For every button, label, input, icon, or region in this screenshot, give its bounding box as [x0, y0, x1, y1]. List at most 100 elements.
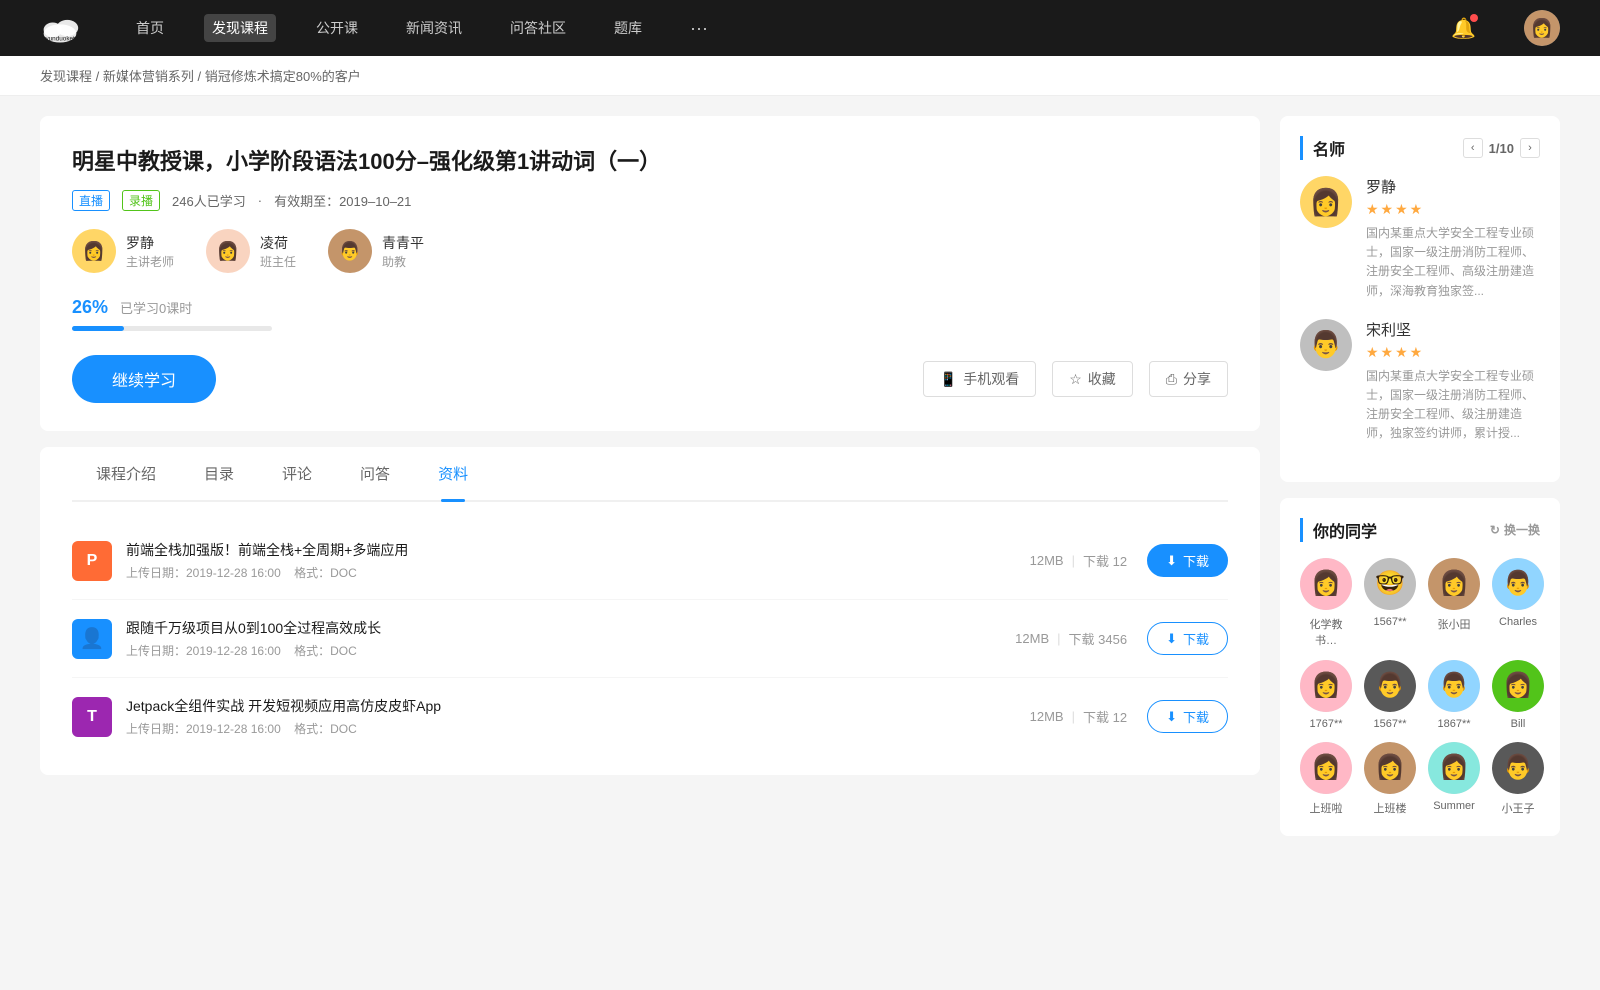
classmate-5[interactable]: 👩 1767**: [1300, 660, 1352, 730]
nav-open[interactable]: 公开课: [308, 14, 366, 42]
classmate-1[interactable]: 👩 化学教书…: [1300, 558, 1352, 648]
classmate-11-name: Summer: [1433, 800, 1475, 812]
breadcrumb-discover[interactable]: 发现课程: [40, 69, 92, 84]
resource-meta-1: 上传日期：2019-12-28 16:00 格式：DOC: [126, 564, 1030, 581]
classmate-4[interactable]: 👨 Charles: [1492, 558, 1544, 648]
nav-discover[interactable]: 发现课程: [204, 14, 276, 42]
nav-news[interactable]: 新闻资讯: [398, 14, 470, 42]
sidebar-teacher-2-info: 宋利坚 ★★★★ 国内某重点大学安全工程专业硕士，国家一级注册消防工程师、注册安…: [1366, 319, 1540, 444]
download-icon-3: ⬇: [1166, 709, 1177, 725]
classmate-3-name: 张小田: [1438, 616, 1471, 632]
resource-item-3: T Jetpack全组件实战 开发短视频应用高仿皮皮虾App 上传日期：2019…: [72, 678, 1228, 755]
classmate-7[interactable]: 👨 1867**: [1428, 660, 1480, 730]
tabs-header: 课程介绍 目录 评论 问答 资料: [72, 447, 1228, 502]
classmate-12-avatar: 👨: [1492, 742, 1544, 794]
teachers-next-btn[interactable]: ›: [1520, 138, 1540, 158]
share-button[interactable]: ⎙ 分享: [1149, 361, 1228, 397]
classmates-title-text: 你的同学: [1313, 518, 1377, 542]
course-title: 明星中教授课，小学阶段语法100分–强化级第1讲动词（一）: [72, 144, 1228, 176]
sidebar-teacher-1: 👩 罗静 ★★★★ 国内某重点大学安全工程专业硕士，国家一级注册消防工程师、注册…: [1300, 176, 1540, 301]
sidebar-teacher-1-avatar: 👩: [1300, 176, 1352, 228]
download-icon-2: ⬇: [1166, 631, 1177, 647]
classmate-4-avatar: 👨: [1492, 558, 1544, 610]
classmate-7-avatar: 👨: [1428, 660, 1480, 712]
resource-stats-3: 12MB | 下载 12: [1030, 707, 1127, 726]
classmate-9[interactable]: 👩 上班啦: [1300, 742, 1352, 816]
classmate-1-name: 化学教书…: [1300, 616, 1352, 648]
tab-catalog[interactable]: 目录: [180, 447, 258, 500]
resource-title-2: 跟随千万级项目从0到100全过程高效成长: [126, 618, 1015, 638]
teachers-pagination: ‹ 1/10 ›: [1463, 138, 1540, 158]
classmates-refresh-btn[interactable]: ↻ 换一换: [1490, 521, 1540, 538]
download-button-3[interactable]: ⬇ 下载: [1147, 700, 1228, 733]
resource-icon-3: T: [72, 697, 112, 737]
nav-home[interactable]: 首页: [128, 14, 172, 42]
teacher-2: 👩 凌荷 班主任: [206, 229, 296, 273]
resource-icon-1: P: [72, 541, 112, 581]
resource-icon-2: 👤: [72, 619, 112, 659]
nav-quiz[interactable]: 题库: [606, 14, 650, 42]
resource-stats-2: 12MB | 下载 3456: [1015, 629, 1127, 648]
progress-desc: 已学习0课时: [120, 298, 192, 317]
progress-section: 26% 已学习0课时: [72, 297, 1228, 331]
notification-dot: [1470, 14, 1478, 22]
content-left: 明星中教授课，小学阶段语法100分–强化级第1讲动词（一） 直播 录播 246人…: [40, 116, 1260, 852]
mobile-icon: 📱: [940, 371, 957, 388]
classmates-grid: 👩 化学教书… 🤓 1567** 👩 张小田: [1300, 558, 1540, 816]
logo[interactable]: yunduoketang.com: [40, 12, 80, 44]
teacher-1-role: 主讲老师: [126, 253, 174, 270]
progress-bar-fill: [72, 326, 124, 331]
classmate-3[interactable]: 👩 张小田: [1428, 558, 1480, 648]
tab-resources[interactable]: 资料: [414, 447, 492, 500]
classmate-10[interactable]: 👩 上班楼: [1364, 742, 1416, 816]
mobile-watch-button[interactable]: 📱 手机观看: [923, 361, 1036, 397]
notification-bell[interactable]: 🔔: [1451, 16, 1476, 41]
sidebar-teacher-1-stars: ★★★★: [1366, 201, 1540, 218]
teacher-1-name: 罗静: [126, 233, 174, 253]
breadcrumb-series[interactable]: 新媒体营销系列: [103, 69, 194, 84]
classmate-11-avatar: 👩: [1428, 742, 1480, 794]
classmate-4-name: Charles: [1499, 616, 1537, 628]
classmate-2[interactable]: 🤓 1567**: [1364, 558, 1416, 648]
continue-button[interactable]: 继续学习: [72, 355, 216, 403]
resource-title-3: Jetpack全组件实战 开发短视频应用高仿皮皮虾App: [126, 696, 1030, 716]
classmate-5-name: 1767**: [1309, 718, 1342, 730]
classmate-9-name: 上班啦: [1310, 800, 1343, 816]
classmate-3-avatar: 👩: [1428, 558, 1480, 610]
nav-qa[interactable]: 问答社区: [502, 14, 574, 42]
classmate-6-name: 1567**: [1373, 718, 1406, 730]
teacher-2-name: 凌荷: [260, 233, 296, 253]
sidebar-teacher-2-stars: ★★★★: [1366, 344, 1540, 361]
user-avatar[interactable]: 👩: [1524, 10, 1560, 46]
classmate-6[interactable]: 👨 1567**: [1364, 660, 1416, 730]
tab-qa[interactable]: 问答: [336, 447, 414, 500]
classmate-8[interactable]: 👩 Bill: [1492, 660, 1544, 730]
download-button-1[interactable]: ⬇ 下载: [1147, 544, 1228, 577]
resource-info-3: Jetpack全组件实战 开发短视频应用高仿皮皮虾App 上传日期：2019-1…: [126, 696, 1030, 737]
refresh-icon: ↻: [1490, 523, 1500, 537]
badge-record: 录播: [122, 190, 160, 211]
teacher-3-role: 助教: [382, 253, 424, 270]
course-actions: 继续学习 📱 手机观看 ☆ 收藏 ⎙ 分享: [72, 355, 1228, 403]
teachers-prev-btn[interactable]: ‹: [1463, 138, 1483, 158]
teacher-2-avatar: 👩: [206, 229, 250, 273]
nav-more[interactable]: ···: [682, 14, 716, 43]
sidebar-teacher-2: 👨 宋利坚 ★★★★ 国内某重点大学安全工程专业硕士，国家一级注册消防工程师、注…: [1300, 319, 1540, 444]
tab-intro[interactable]: 课程介绍: [72, 447, 180, 500]
tab-review[interactable]: 评论: [258, 447, 336, 500]
classmate-12[interactable]: 👨 小王子: [1492, 742, 1544, 816]
tabs-card: 课程介绍 目录 评论 问答 资料 P 前端全栈加强版！前端全栈+全周期+多端应用…: [40, 447, 1260, 775]
teacher-3-name: 青青平: [382, 233, 424, 253]
classmate-2-avatar: 🤓: [1364, 558, 1416, 610]
classmate-8-avatar: 👩: [1492, 660, 1544, 712]
breadcrumb-current: 销冠修炼术搞定80%的客户: [205, 69, 361, 84]
teacher-3-avatar: 👨: [328, 229, 372, 273]
progress-bar-bg: [72, 326, 272, 331]
sidebar-teacher-2-desc: 国内某重点大学安全工程专业硕士，国家一级注册消防工程师、注册安全工程师、级注册建…: [1366, 367, 1540, 444]
classmate-10-name: 上班楼: [1374, 800, 1407, 816]
collect-button[interactable]: ☆ 收藏: [1052, 361, 1133, 397]
classmate-11[interactable]: 👩 Summer: [1428, 742, 1480, 816]
resource-item-1: P 前端全栈加强版！前端全栈+全周期+多端应用 上传日期：2019-12-28 …: [72, 522, 1228, 600]
resource-title-1: 前端全栈加强版！前端全栈+全周期+多端应用: [126, 540, 1030, 560]
download-button-2[interactable]: ⬇ 下载: [1147, 622, 1228, 655]
